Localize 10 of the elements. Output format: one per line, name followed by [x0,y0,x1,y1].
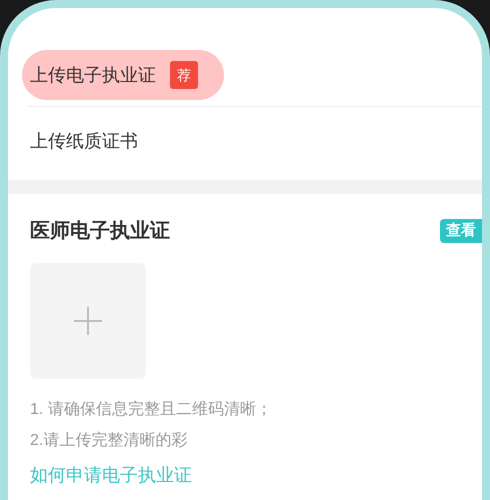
card-title: 医师电子执业证 [30,219,170,244]
instruction-text: 2.请上传完整清晰的彩 [30,430,188,451]
instruction-text: 1. 请确保信息完整且二维码清晰； [30,400,273,420]
upload-box[interactable] [30,263,146,379]
option-label: 上传电子执业证 [30,64,156,86]
option-label: 上传纸质证书 [30,130,138,153]
plus-icon [73,306,103,336]
upload-option[interactable]: 上传纸质证书 [22,116,164,166]
recommend-badge: 荐 [170,61,198,89]
upload-option[interactable]: 上传电子执业证 荐 [22,50,224,100]
